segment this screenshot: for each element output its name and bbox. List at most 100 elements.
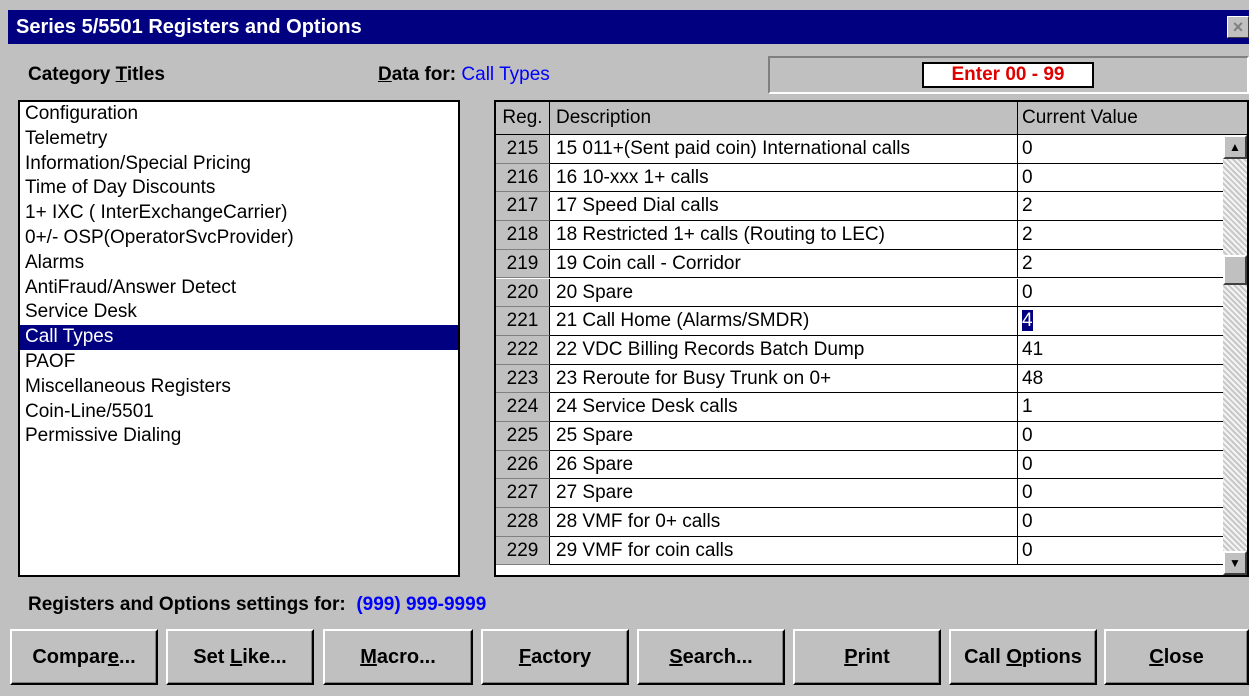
value-cell[interactable]: 2: [1018, 250, 1223, 279]
table-row[interactable]: 227 27 Spare 0: [496, 479, 1223, 509]
category-item[interactable]: Miscellaneous Registers: [20, 375, 458, 400]
value-cell[interactable]: 0: [1018, 279, 1223, 308]
category-item[interactable]: 0+/- OSP(OperatorSvcProvider): [20, 226, 458, 251]
description-cell: 25 Spare: [550, 422, 1018, 451]
value-text[interactable]: 0: [1022, 167, 1033, 188]
table-row[interactable]: 215 15 011+(Sent paid coin) International…: [496, 135, 1223, 164]
table-row[interactable]: 222 22 VDC Billing Records Batch Dump 41: [496, 335, 1223, 365]
factory-button[interactable]: Factory: [481, 629, 629, 685]
button-label-part: Compar: [32, 646, 108, 668]
print-button[interactable]: Print: [793, 629, 941, 685]
category-item[interactable]: AntiFraud/Answer Detect: [20, 276, 458, 301]
value-text[interactable]: 0: [1022, 425, 1033, 446]
button-label-part: actory: [531, 646, 592, 668]
value-text[interactable]: 0: [1022, 540, 1033, 561]
reg-cell: 227: [496, 479, 550, 509]
scroll-up-icon[interactable]: ▲: [1223, 135, 1247, 159]
table-row[interactable]: 219 19 Coin call - Corridor 2: [496, 249, 1223, 279]
grid-header: Reg. Description Current Value: [496, 102, 1247, 135]
value-cell[interactable]: 4: [1018, 307, 1223, 336]
value-text[interactable]: 0: [1022, 482, 1033, 503]
button-label-part: C: [1149, 646, 1164, 668]
value-cell[interactable]: 41: [1018, 336, 1223, 365]
category-item[interactable]: Coin-Line/5501: [20, 400, 458, 425]
value-text[interactable]: 0: [1022, 282, 1033, 303]
value-cell[interactable]: 0: [1018, 422, 1223, 451]
category-item[interactable]: 1+ IXC ( InterExchangeCarrier): [20, 201, 458, 226]
table-row[interactable]: 226 26 Spare 0: [496, 450, 1223, 480]
button-label-part: ...: [119, 646, 136, 668]
value-text[interactable]: 0: [1022, 511, 1033, 532]
table-row[interactable]: 218 18 Restricted 1+ calls (Routing to LE…: [496, 221, 1223, 250]
header-current-value[interactable]: Current Value: [1018, 102, 1223, 134]
header-reg[interactable]: Reg.: [496, 102, 550, 134]
value-cell[interactable]: 2: [1018, 192, 1223, 222]
category-item[interactable]: Information/Special Pricing: [20, 152, 458, 177]
value-text[interactable]: 41: [1022, 339, 1043, 360]
call-options-button[interactable]: Call Options: [949, 629, 1097, 685]
value-text[interactable]: 0: [1022, 138, 1033, 159]
category-item[interactable]: Alarms: [20, 251, 458, 276]
macro-button[interactable]: Macro...: [323, 629, 473, 685]
reg-cell: 229: [496, 536, 550, 566]
reg-cell: 224: [496, 393, 550, 422]
value-cell[interactable]: 0: [1018, 451, 1223, 480]
value-text[interactable]: 1: [1022, 396, 1033, 417]
reg-cell: 220: [496, 278, 550, 308]
vertical-scrollbar[interactable]: ▲ ▼: [1223, 135, 1247, 575]
registers-grid[interactable]: Reg. Description Current Value 215 15 011…: [494, 100, 1249, 577]
table-row[interactable]: 228 28 VMF for 0+ calls 0: [496, 508, 1223, 537]
close-icon[interactable]: ×: [1227, 16, 1249, 38]
description-cell: 15 011+(Sent paid coin) International ca…: [550, 135, 1018, 164]
value-cell[interactable]: 0: [1018, 479, 1223, 509]
header-description[interactable]: Description: [550, 102, 1018, 134]
value-text[interactable]: 48: [1022, 368, 1043, 389]
value-text[interactable]: 2: [1022, 195, 1033, 216]
value-cell[interactable]: 0: [1018, 164, 1223, 193]
value-cell[interactable]: 1: [1018, 393, 1223, 422]
data-for-label: Data for: Call Types: [378, 64, 550, 85]
value-cell[interactable]: 48: [1018, 365, 1223, 394]
table-row[interactable]: 225 25 Spare 0: [496, 422, 1223, 451]
table-row[interactable]: 223 23 Reroute for Busy Trunk on 0+ 48: [496, 364, 1223, 394]
category-item[interactable]: Service Desk: [20, 300, 458, 325]
value-text[interactable]: 2: [1022, 253, 1033, 274]
value-text[interactable]: 2: [1022, 224, 1033, 245]
button-label-part: P: [844, 646, 858, 668]
close-button[interactable]: Close: [1104, 629, 1249, 685]
table-row[interactable]: 217 17 Speed Dial calls 2: [496, 192, 1223, 222]
reg-cell: 218: [496, 221, 550, 250]
category-list[interactable]: Configuration Telemetry Information/Specia…: [18, 100, 460, 577]
search-button[interactable]: Search...: [637, 629, 785, 685]
table-row[interactable]: 224 24 Service Desk calls 1: [496, 393, 1223, 422]
category-item[interactable]: PAOF: [20, 350, 458, 375]
value-cell[interactable]: 0: [1018, 135, 1223, 164]
table-row[interactable]: 221 21 Call Home (Alarms/SMDR) 4: [496, 307, 1223, 336]
value-cell[interactable]: 2: [1018, 221, 1223, 250]
value-cell[interactable]: 0: [1018, 537, 1223, 566]
table-row[interactable]: 216 16 10-xxx 1+ calls 0: [496, 163, 1223, 193]
description-cell: 23 Reroute for Busy Trunk on 0+: [550, 364, 1018, 394]
category-item[interactable]: Call Types: [20, 325, 458, 350]
compare-button[interactable]: Compare...: [10, 629, 158, 685]
table-row[interactable]: 220 20 Spare 0: [496, 278, 1223, 308]
category-item[interactable]: Configuration: [20, 102, 458, 127]
description-cell: 29 VMF for coin calls: [550, 536, 1018, 566]
category-item[interactable]: Permissive Dialing: [20, 424, 458, 449]
value-text[interactable]: 4: [1022, 310, 1033, 332]
entry-hint-panel: Enter 00 - 99: [768, 56, 1249, 94]
scroll-down-icon[interactable]: ▼: [1223, 551, 1247, 575]
table-row[interactable]: 229 29 VMF for coin calls 0: [496, 536, 1223, 566]
category-item[interactable]: Time of Day Discounts: [20, 176, 458, 201]
description-cell: 24 Service Desk calls: [550, 393, 1018, 422]
value-text[interactable]: 0: [1022, 454, 1033, 475]
description-cell: 16 10-xxx 1+ calls: [550, 163, 1018, 193]
scroll-thumb[interactable]: [1223, 255, 1247, 285]
description-cell: 26 Spare: [550, 450, 1018, 480]
category-item[interactable]: Telemetry: [20, 127, 458, 152]
value-cell[interactable]: 0: [1018, 508, 1223, 537]
set-like-button[interactable]: Set Like...: [166, 629, 314, 685]
reg-cell: 228: [496, 508, 550, 537]
description-cell: 28 VMF for 0+ calls: [550, 508, 1018, 537]
button-label-part: e: [107, 646, 120, 668]
